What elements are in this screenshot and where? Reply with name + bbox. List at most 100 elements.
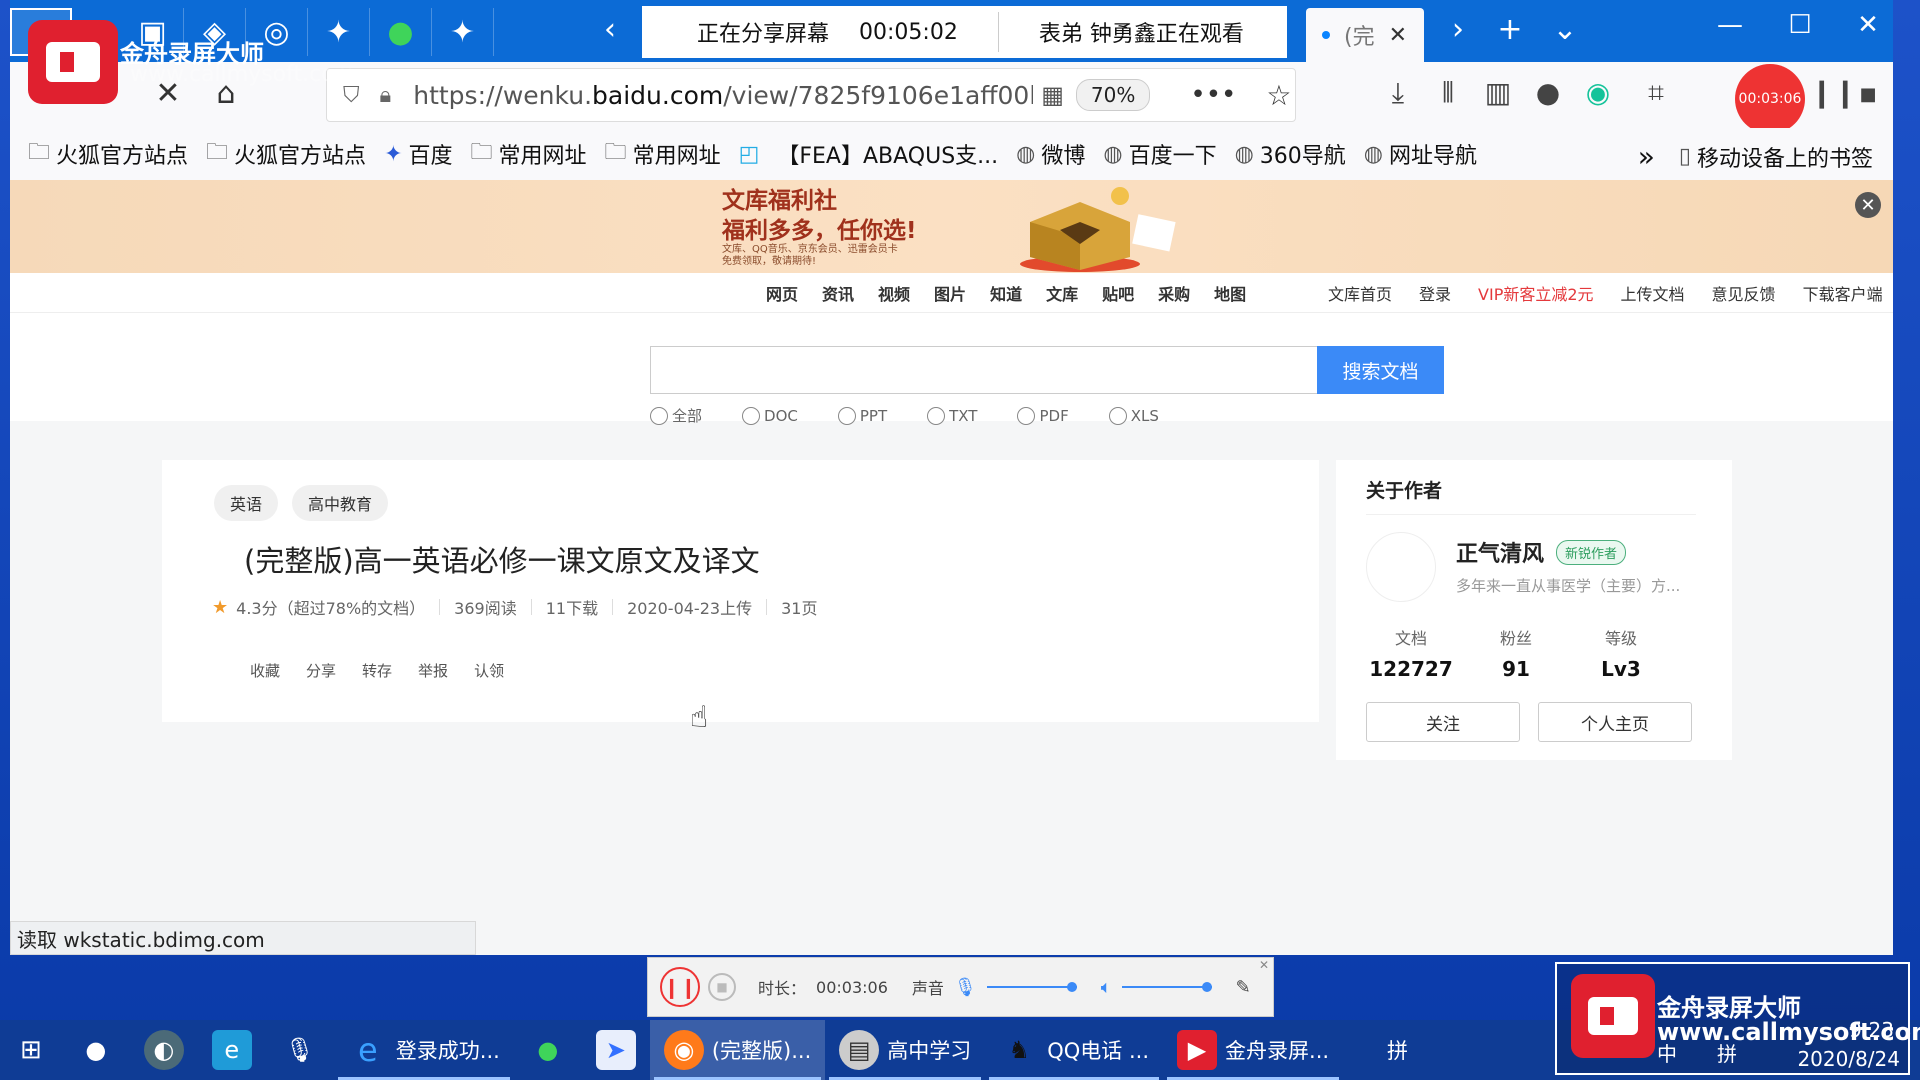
nav-link-zhidao[interactable]: 知道 (990, 281, 1022, 305)
taskbar-app-sphere[interactable]: ◐ (130, 1020, 198, 1080)
taskbar-app-wechat[interactable]: ● (514, 1020, 582, 1080)
taskbar-app-ie[interactable]: e (198, 1020, 266, 1080)
close-icon[interactable]: ✕ (1259, 958, 1269, 972)
nav-link-map[interactable]: 地图 (1214, 281, 1246, 305)
qr-code-icon[interactable]: ▦ (1041, 81, 1064, 109)
recorder-pause-button[interactable]: ❙❙ (660, 967, 700, 1007)
nav-link-images[interactable]: 图片 (934, 281, 966, 305)
tab-scroll-left-button[interactable]: ‹ (590, 12, 630, 47)
filter-xls[interactable]: XLS (1108, 405, 1159, 426)
recorder-stop-button[interactable]: ■ (708, 973, 736, 1001)
list-tabs-button[interactable]: ⌄ (1545, 12, 1585, 47)
address-bar[interactable]: ⛉ 🔒︎ https://wenku.baidu.com/view/7825f9… (326, 68, 1296, 122)
pinned-tab-wechat[interactable]: ● (370, 8, 432, 56)
speaker-icon[interactable]: 🔈︎ (1101, 977, 1112, 998)
promo-banner[interactable]: 文库福利社 福利多多，任你选! 文库、QQ音乐、京东会员、迅雷会员卡免费领取，敬… (10, 180, 1893, 273)
taskbar-item-edge[interactable]: e 登录成功... (334, 1020, 514, 1080)
mic-volume-slider[interactable] (986, 982, 1077, 992)
bookmark-item[interactable]: ◍ 微博 (1016, 138, 1085, 170)
nav-link-login[interactable]: 登录 (1419, 281, 1451, 305)
page-actions-menu-icon[interactable]: ••• (1190, 80, 1236, 110)
claim-button[interactable]: 认领 (474, 660, 504, 681)
library-button[interactable]: ⫴ (1428, 76, 1468, 110)
radio-circle[interactable] (1108, 406, 1127, 425)
grammarly-extension-button[interactable]: ◉ (1578, 76, 1618, 109)
taskbar-app-feishu[interactable]: ➤ (582, 1020, 650, 1080)
taskbar-item-firefox[interactable]: ◉ (完整版)... (649, 1020, 826, 1080)
bookmark-item[interactable]: 🗀 火狐官方站点 (28, 135, 188, 173)
bookmark-item[interactable]: 🗀 常用网址 (605, 135, 721, 173)
start-button[interactable]: ⊞ (0, 1020, 62, 1080)
downloads-button[interactable]: ⤓ (1378, 76, 1418, 110)
tab-active-document[interactable]: (完 ✕ (1306, 8, 1424, 62)
close-tab-icon[interactable]: ✕ (1389, 23, 1407, 48)
nav-link-vip-promo[interactable]: VIP新客立减2元 (1478, 281, 1594, 305)
bookmark-item[interactable]: ◍ 360导航 (1235, 138, 1346, 170)
minimize-button[interactable]: — (1710, 10, 1750, 40)
url-text[interactable]: https://wenku.baidu.com/view/7825f9106e1… (413, 81, 1033, 110)
sidebar-button[interactable]: ▥ (1478, 76, 1518, 109)
nav-link-download-client[interactable]: 下载客户端 (1803, 281, 1883, 305)
taskbar-item-qq[interactable]: ♞ QQ电话 ... (985, 1020, 1163, 1080)
nav-link-wenku[interactable]: 文库 (1046, 281, 1078, 305)
bookmark-item[interactable]: ◍ 网址导航 (1364, 138, 1477, 170)
ime-chinese-indicator[interactable]: 中 (1657, 1038, 1677, 1067)
nav-link-video[interactable]: 视频 (878, 281, 910, 305)
radio-circle[interactable] (837, 406, 856, 425)
author-name[interactable]: 正气清风 (1456, 536, 1544, 568)
nav-link-wenku-home[interactable]: 文库首页 (1328, 281, 1392, 305)
radio-circle[interactable] (1017, 406, 1036, 425)
recorder-stop-button[interactable]: ■ (1848, 84, 1888, 105)
collect-button[interactable]: 收藏 (250, 660, 280, 681)
bookmark-item[interactable]: 🗀 火狐官方站点 (206, 135, 366, 173)
filter-ppt[interactable]: PPT (837, 405, 887, 426)
radio-circle[interactable] (927, 406, 946, 425)
taskbar-item-folder[interactable]: ▤ 高中学习 (825, 1020, 985, 1080)
new-tab-button[interactable]: + (1490, 12, 1530, 47)
microphone-icon[interactable]: 🎙︎ (954, 977, 977, 998)
bookmark-star-icon[interactable]: ☆ (1266, 79, 1291, 112)
filter-pdf[interactable]: PDF (1017, 405, 1069, 426)
pinned-tab-baidu-2[interactable]: ✦ (432, 8, 494, 56)
more-bookmarks-chevron-icon[interactable]: » (1638, 140, 1655, 173)
nav-link-news[interactable]: 资讯 (822, 281, 854, 305)
pen-icon[interactable]: ✎ (1236, 977, 1251, 998)
screenshot-extension-button[interactable]: ⌗ (1636, 76, 1676, 110)
close-promo-button[interactable]: ✕ (1855, 192, 1881, 218)
share-button[interactable]: 分享 (306, 660, 336, 681)
filter-txt[interactable]: TXT (927, 405, 977, 426)
tag-english[interactable]: 英语 (214, 485, 279, 521)
report-button[interactable]: 举报 (418, 660, 448, 681)
nav-link-purchase[interactable]: 采购 (1158, 281, 1190, 305)
save-to-drive-button[interactable]: 转存 (362, 660, 392, 681)
nav-link-feedback[interactable]: 意见反馈 (1712, 281, 1776, 305)
ime-pinyin-indicator[interactable]: 拼 (1717, 1038, 1737, 1067)
nav-link-upload[interactable]: 上传文档 (1621, 281, 1685, 305)
filter-doc[interactable]: DOC (742, 405, 798, 426)
radio-circle[interactable] (742, 406, 761, 425)
system-volume-slider[interactable] (1121, 982, 1212, 992)
tag-high-school[interactable]: 高中教育 (292, 485, 389, 521)
taskbar-item-recorder[interactable]: ▶ 金舟录屏... (1163, 1020, 1343, 1080)
taskbar-app-mic[interactable]: 🎙︎ (266, 1020, 334, 1080)
tab-scroll-right-button[interactable]: › (1438, 12, 1478, 47)
close-window-button[interactable]: ✕ (1848, 10, 1888, 40)
maximize-button[interactable]: ☐ (1780, 10, 1820, 40)
search-input[interactable] (650, 346, 1320, 394)
bookmark-item[interactable]: ◍ 百度一下 (1103, 138, 1216, 170)
account-button[interactable]: ● (1528, 76, 1568, 109)
author-homepage-button[interactable]: 个人主页 (1538, 702, 1692, 742)
nav-link-tieba[interactable]: 贴吧 (1102, 281, 1134, 305)
recording-timer-badge[interactable]: 00:03:06 (1735, 64, 1805, 134)
bookmark-item[interactable]: 【FEA】ABAQUS支... (777, 138, 998, 170)
search-docs-button[interactable]: 搜索文档 (1317, 346, 1444, 394)
padlock-icon[interactable]: 🔒︎ (380, 83, 392, 108)
bookmark-item[interactable]: 🗀 常用网址 (471, 135, 587, 173)
radio-circle[interactable] (650, 406, 668, 425)
bookmark-item[interactable]: ✦ 百度 (384, 138, 452, 170)
recorder-pause-button[interactable]: ❙❙ (1810, 76, 1857, 109)
mobile-bookmarks[interactable]: ▯ 移动设备上的书签 (1679, 141, 1873, 173)
nav-link-web[interactable]: 网页 (766, 281, 798, 305)
filter-all[interactable]: 全部 (650, 405, 702, 426)
pinned-tab-baidu[interactable]: ✦ (308, 8, 370, 56)
